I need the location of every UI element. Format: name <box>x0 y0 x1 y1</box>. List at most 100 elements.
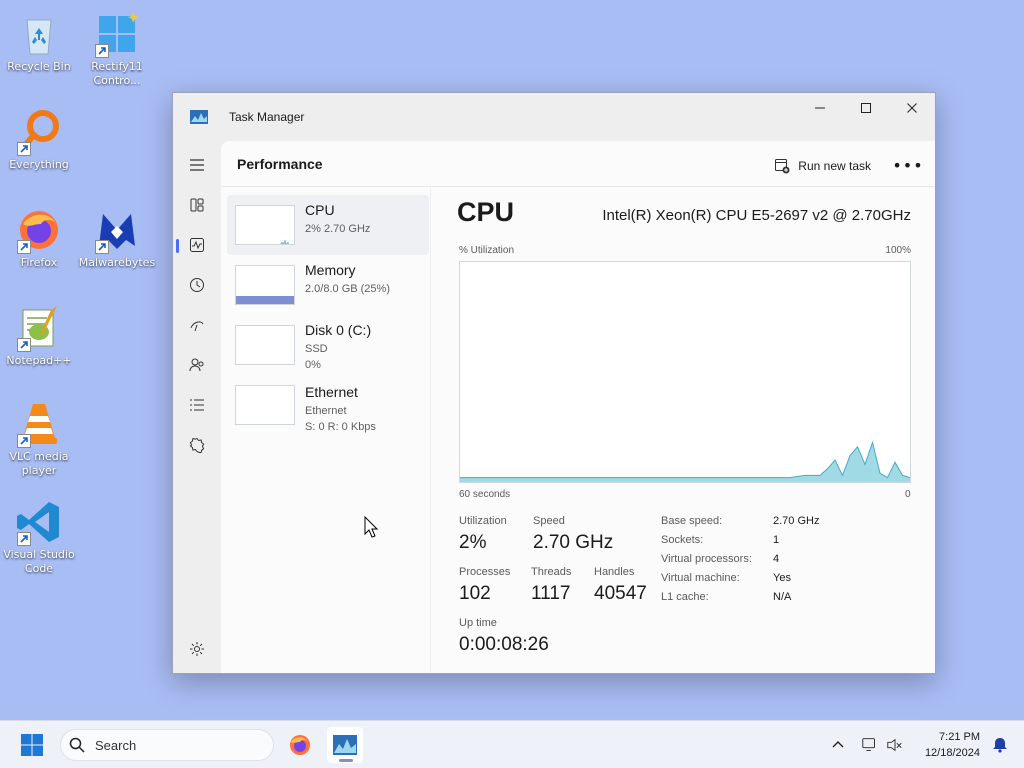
desktop-icon-firefox[interactable]: Firefox <box>0 206 78 270</box>
stat-label: Processes <box>459 566 511 578</box>
perf-item-memory[interactable]: Memory 2.0/8.0 GB (25%) <box>227 255 429 315</box>
desktop-icon-label: Everything <box>9 158 69 171</box>
taskbar-clock[interactable]: 7:21 PM 12/18/2024 <box>925 729 980 761</box>
perf-item-value: S: 0 R: 0 Kbps <box>305 421 376 433</box>
desktop-icon-recycle-bin[interactable]: Recycle Bin <box>0 10 78 74</box>
desktop-icon-label: Malwarebytes <box>78 256 156 269</box>
stat-uptime: Up time 0:00:08:26 <box>459 617 549 656</box>
nav-users[interactable] <box>183 351 211 379</box>
shortcut-arrow-icon <box>17 434 31 448</box>
cpu-utilization-graph <box>459 261 911 483</box>
content-header: Performance Run new task ••• <box>221 141 935 187</box>
stat-value: 40547 <box>594 583 647 604</box>
desktop-icon-vscode[interactable]: Visual Studio Code <box>0 498 78 576</box>
settings-button[interactable] <box>183 635 211 663</box>
task-manager-app-icon <box>190 109 208 124</box>
vlc-icon <box>15 400 63 448</box>
taskbar-firefox[interactable] <box>282 727 318 763</box>
run-new-task-label: Run new task <box>798 159 871 173</box>
spec-value: Yes <box>773 572 791 584</box>
notifications-button[interactable] <box>990 735 1010 755</box>
spec-key: Virtual machine: <box>661 572 740 584</box>
perf-item-disk[interactable]: Disk 0 (C:) SSD 0% <box>227 315 429 375</box>
desktop-icon-label: Recycle Bin <box>7 60 71 73</box>
maximize-button[interactable] <box>843 93 889 123</box>
nav-processes[interactable] <box>183 191 211 219</box>
graph-x-right-label: 0 <box>905 489 911 500</box>
hamburger-icon <box>190 159 204 171</box>
run-new-task-button[interactable]: Run new task <box>774 153 871 179</box>
clock-time: 7:21 PM <box>939 731 980 743</box>
performance-icon <box>190 238 204 252</box>
clock-date: 12/18/2024 <box>924 747 980 759</box>
desktop-icon-vlc[interactable]: VLC media player <box>0 400 78 478</box>
graph-y-axis-label: % Utilization <box>459 245 515 256</box>
gear-icon <box>190 642 204 656</box>
stat-utilization: Utilization 2% <box>459 515 507 554</box>
stat-threads: Threads 1117 <box>531 566 571 605</box>
stat-label: Utilization <box>459 515 507 527</box>
desktop-icon-everything[interactable]: Everything <box>0 108 78 172</box>
stat-label: Up time <box>459 617 497 629</box>
volume-button[interactable] <box>885 735 905 755</box>
close-button[interactable] <box>889 93 935 123</box>
stat-value: 2% <box>459 532 487 553</box>
detail-title: CPU <box>457 197 515 227</box>
taskbar-task-manager[interactable] <box>327 727 363 763</box>
volume-muted-icon <box>887 738 902 752</box>
stat-value: 102 <box>459 583 491 604</box>
start-button[interactable] <box>18 731 46 759</box>
more-options-button[interactable]: ••• <box>892 153 922 177</box>
desktop-icon-notepadpp[interactable]: Notepad++ <box>0 304 78 368</box>
shortcut-arrow-icon <box>17 338 31 352</box>
spec-key: Base speed: <box>661 515 723 527</box>
perf-item-cpu[interactable]: CPU 2% 2.70 GHz <box>227 195 429 255</box>
spec-row: Sockets: 1 <box>661 534 819 553</box>
desktop-icon-label: Rectify11 Contro... <box>91 60 143 87</box>
shortcut-arrow-icon <box>95 44 109 58</box>
network-status-button[interactable] <box>860 735 880 755</box>
cpu-specs-list: Base speed: 2.70 GHz Sockets: 1 Virtual pr… <box>661 515 819 610</box>
stat-label: Speed <box>533 515 565 527</box>
running-indicator <box>339 759 353 762</box>
desktop-icon-label: VLC media player <box>9 450 69 477</box>
perf-item-ethernet[interactable]: Ethernet Ethernet S: 0 R: 0 Kbps <box>227 383 429 443</box>
nav-app-history[interactable] <box>183 271 211 299</box>
shortcut-arrow-icon <box>17 532 31 546</box>
spec-key: Sockets: <box>661 534 704 546</box>
bell-icon <box>993 738 1007 753</box>
cpu-model-name: Intel(R) Xeon(R) CPU E5-2697 v2 @ 2.70GH… <box>602 207 911 224</box>
hamburger-menu-button[interactable] <box>183 151 211 179</box>
everything-search-icon <box>15 108 63 156</box>
graph-y-max-label: 100% <box>885 245 911 256</box>
perf-item-type: Ethernet <box>305 405 347 417</box>
search-placeholder: Search <box>95 737 137 753</box>
nav-details[interactable] <box>183 391 211 419</box>
malwarebytes-icon <box>93 206 141 254</box>
spec-value: N/A <box>773 591 792 603</box>
maximize-icon <box>861 103 871 113</box>
desktop-icon-rectify11[interactable]: Rectify11 Contro... <box>78 10 156 88</box>
stat-label: Threads <box>531 566 572 578</box>
stat-label: Handles <box>594 566 635 578</box>
desktop-icon-malwarebytes[interactable]: Malwarebytes <box>78 206 156 270</box>
navigation-rail <box>173 141 221 673</box>
network-disconnected-icon <box>862 738 875 751</box>
desktop-icon-label: Visual Studio Code <box>3 548 75 575</box>
graph-x-left-label: 60 seconds <box>459 489 511 500</box>
page-title: Performance <box>237 156 323 172</box>
nav-services[interactable] <box>183 431 211 459</box>
show-hidden-icons-button[interactable] <box>828 735 848 755</box>
task-manager-window: Task Manager Performance Run new task ••… <box>172 92 936 674</box>
title-bar[interactable]: Task Manager <box>173 93 935 141</box>
taskbar-search-box[interactable]: Search <box>60 729 274 761</box>
stat-value: 2.70 GHz <box>533 532 614 553</box>
perf-item-name: CPU <box>305 202 335 218</box>
minimize-button[interactable] <box>797 93 843 123</box>
nav-performance[interactable] <box>176 231 211 259</box>
spec-row: L1 cache: N/A <box>661 591 819 610</box>
mouse-cursor-icon <box>364 515 379 538</box>
perf-item-name: Memory <box>305 262 356 278</box>
nav-startup-apps[interactable] <box>183 311 211 339</box>
ethernet-thumbnail-graph <box>235 385 295 425</box>
